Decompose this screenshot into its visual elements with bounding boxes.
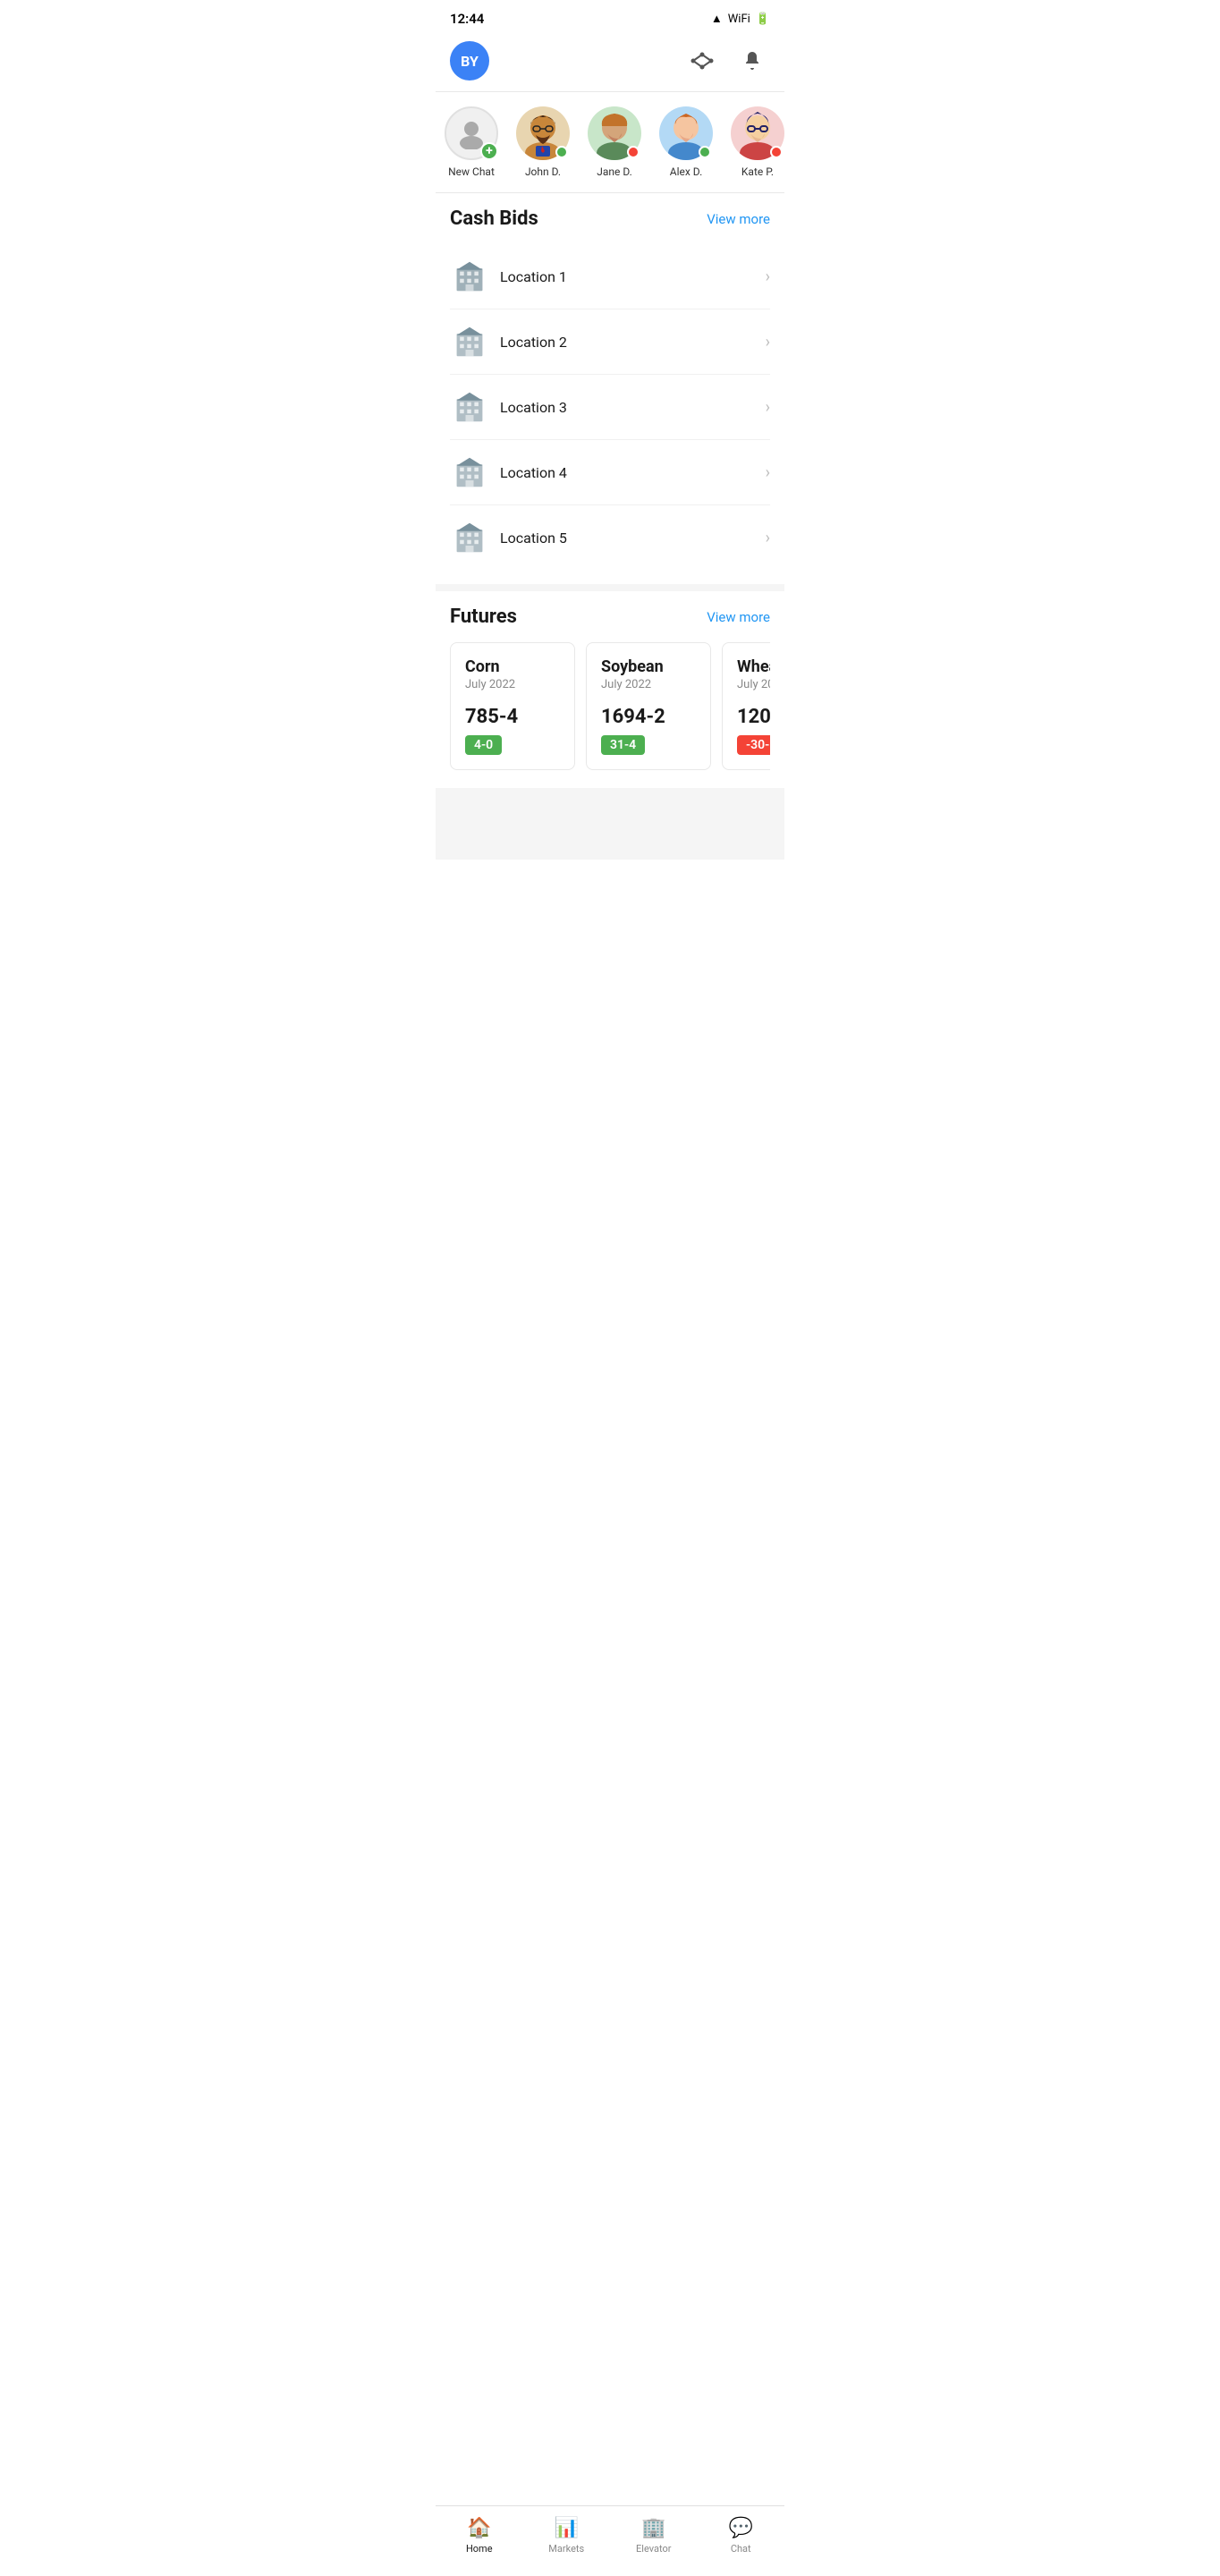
john-avatar-wrapper (516, 106, 570, 160)
new-chat-avatar-wrapper: + (445, 106, 498, 160)
contact-name-new-chat: New Chat (448, 165, 495, 178)
markets-icon: 📊 (555, 2517, 579, 2539)
location-item-4[interactable]: Location 4 › (450, 440, 770, 505)
nav-home[interactable]: 🏠 Home (448, 2513, 511, 2558)
location-5-name: Location 5 (500, 530, 766, 547)
location-1-chevron: › (766, 267, 770, 286)
main-content: Cash Bids View more (436, 193, 784, 860)
location-1-name: Location 1 (500, 268, 766, 285)
share-icon (690, 51, 714, 71)
location-item-2[interactable]: Location 2 › (450, 309, 770, 375)
corn-date: July 2022 (465, 678, 560, 691)
corn-title: Corn (465, 657, 560, 676)
cash-bids-view-more[interactable]: View more (707, 211, 770, 227)
notifications-button[interactable] (734, 43, 770, 79)
contact-name-kate: Kate P. (741, 165, 774, 178)
contact-name-alex: Alex D. (670, 165, 702, 178)
contact-jane[interactable]: Jane D. (579, 106, 650, 178)
wheat-change: -30-6 (737, 735, 770, 755)
location-item-1[interactable]: Location 1 › (450, 244, 770, 309)
location-4-chevron: › (766, 463, 770, 482)
location-3-name: Location 3 (500, 399, 766, 416)
contact-john[interactable]: John D. (507, 106, 579, 178)
nav-chat[interactable]: 💬 Chat (709, 2513, 772, 2558)
location-4-icon (450, 453, 489, 492)
futures-header: Futures View more (450, 606, 770, 628)
nav-elevator-label: Elevator (636, 2543, 671, 2555)
location-3-chevron: › (766, 398, 770, 417)
alex-status-dot (699, 146, 711, 158)
futures-card-wheat[interactable]: Whea... July 2022... 1200- -30-6 (722, 642, 770, 770)
status-time: 12:44 (450, 11, 484, 27)
futures-card-corn[interactable]: Corn July 2022 785-4 4-0 (450, 642, 575, 770)
cash-bids-title: Cash Bids (450, 208, 538, 230)
status-icons: ▲ WiFi 🔋 (711, 12, 770, 26)
location-1-icon (450, 257, 489, 296)
jane-avatar-wrapper (588, 106, 641, 160)
contact-name-jane: Jane D. (597, 165, 632, 178)
soybean-change: 31-4 (601, 735, 645, 755)
status-bar: 12:44 ▲ WiFi 🔋 (436, 0, 784, 34)
chat-icon: 💬 (729, 2517, 753, 2539)
header-actions (684, 43, 770, 79)
kate-avatar-wrapper (731, 106, 784, 160)
corn-change: 4-0 (465, 735, 502, 755)
alex-avatar-wrapper (659, 106, 713, 160)
nav-chat-label: Chat (731, 2543, 751, 2555)
location-2-icon (450, 322, 489, 361)
contact-kate[interactable]: Kate P. (722, 106, 784, 178)
futures-view-more[interactable]: View more (707, 609, 770, 625)
share-button[interactable] (684, 43, 720, 79)
location-2-name: Location 2 (500, 334, 766, 351)
futures-section: Futures View more Corn July 2022 785-4 4… (436, 591, 784, 788)
bottom-nav: 🏠 Home 📊 Markets 🏢 Elevator 💬 Chat (436, 2505, 784, 2576)
location-4-name: Location 4 (500, 464, 766, 481)
kate-status-dot (770, 146, 783, 158)
location-2-chevron: › (766, 333, 770, 352)
signal-icon: ▲ (711, 12, 723, 26)
contact-alex[interactable]: Alex D. (650, 106, 722, 178)
cash-bids-section: Cash Bids View more (436, 193, 784, 584)
location-5-icon (450, 518, 489, 557)
nav-home-label: Home (466, 2543, 493, 2555)
location-3-icon (450, 387, 489, 427)
soybean-title: Soybean (601, 657, 696, 676)
wheat-price: 1200- (737, 706, 770, 728)
location-5-chevron: › (766, 529, 770, 547)
nav-elevator[interactable]: 🏢 Elevator (623, 2513, 685, 2558)
location-item-3[interactable]: Location 3 › (450, 375, 770, 440)
nav-markets-label: Markets (548, 2543, 584, 2555)
home-icon: 🏠 (467, 2517, 491, 2539)
john-status-dot (555, 146, 568, 158)
elevator-icon: 🏢 (641, 2517, 665, 2539)
soybean-date: July 2022 (601, 678, 696, 691)
contact-new-chat[interactable]: + New Chat (436, 106, 507, 178)
jane-status-dot (627, 146, 640, 158)
location-item-5[interactable]: Location 5 › (450, 505, 770, 570)
corn-price: 785-4 (465, 706, 560, 728)
bell-icon (741, 50, 763, 72)
contacts-row: + New Chat (436, 92, 784, 193)
futures-title: Futures (450, 606, 517, 628)
wheat-title: Whea... (737, 657, 770, 676)
contact-name-john: John D. (525, 165, 561, 178)
cash-bids-header: Cash Bids View more (450, 208, 770, 230)
app-header: BY (436, 34, 784, 92)
futures-card-soybean[interactable]: Soybean July 2022 1694-2 31-4 (586, 642, 711, 770)
futures-cards: Corn July 2022 785-4 4-0 Soybean July 20… (450, 642, 770, 774)
wifi-icon: WiFi (728, 13, 750, 26)
soybean-price: 1694-2 (601, 706, 696, 728)
user-avatar[interactable]: BY (450, 41, 489, 80)
location-list: Location 1 › (450, 244, 770, 570)
battery-icon: 🔋 (756, 13, 770, 26)
new-chat-plus-icon: + (480, 142, 498, 160)
nav-markets[interactable]: 📊 Markets (535, 2513, 597, 2558)
wheat-date: July 2022... (737, 678, 770, 691)
